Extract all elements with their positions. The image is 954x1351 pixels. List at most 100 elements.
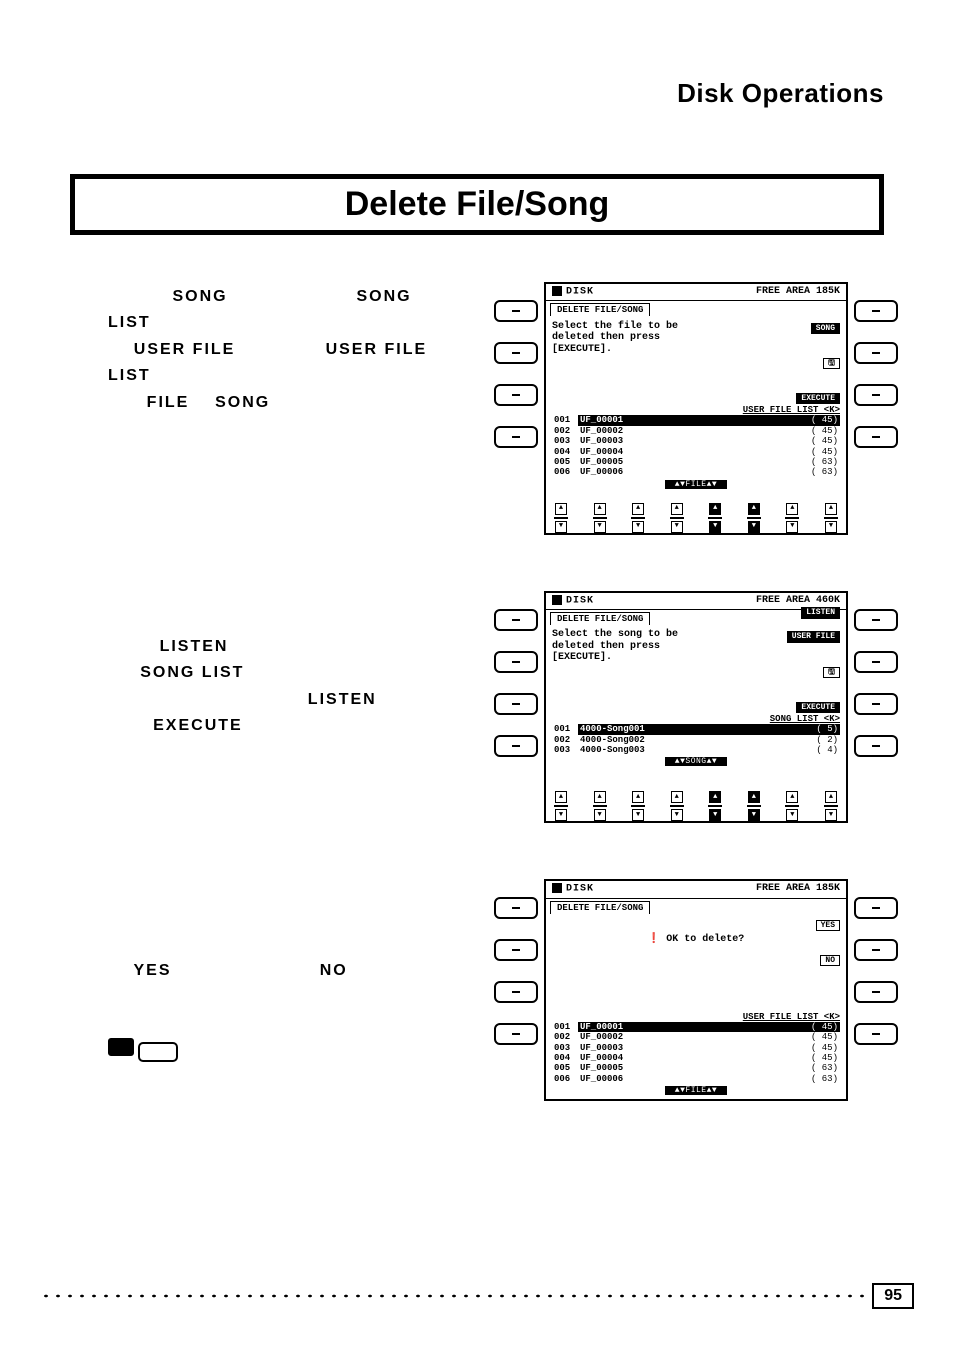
knob-row: ▲▼ ▲▼ ▲▼ ▲▼ ▲▼ ▲▼ ▲▼ ▲▼ (546, 785, 846, 821)
floppy-icon (552, 286, 562, 296)
file-list: 001UF_00001( 45)002UF_00002( 45)003UF_00… (552, 415, 840, 477)
free-area-label: FREE AREA 185K (756, 883, 840, 895)
list-row[interactable]: 0034000-Song003( 4) (552, 745, 840, 755)
list-row[interactable]: 003UF_00003( 45) (552, 1043, 840, 1053)
hardware-button-right[interactable] (854, 384, 898, 406)
hardware-button-left[interactable] (494, 300, 538, 322)
data-knob[interactable]: ▲▼ (629, 791, 647, 821)
hardware-button-right[interactable] (854, 651, 898, 673)
confirm-prompt: ❗ OK to delete? (552, 918, 840, 962)
hardware-button-left[interactable] (494, 1023, 538, 1045)
instruction-column: SONG SONGLIST USER FILE USER FILELIST FI… (92, 234, 494, 1251)
data-knob[interactable]: ▲▼ (552, 503, 570, 533)
lcd-disk-label: DISK (552, 595, 594, 607)
hardware-button-right[interactable] (854, 342, 898, 364)
soft-button[interactable]: YES (816, 920, 840, 931)
list-row[interactable]: 004UF_00004( 45) (552, 1053, 840, 1063)
keyboard-button-icon (108, 1038, 478, 1065)
hardware-button-right[interactable] (854, 693, 898, 715)
hardware-button-left[interactable] (494, 693, 538, 715)
soft-button[interactable]: NO (820, 955, 840, 966)
hardware-button-left[interactable] (494, 981, 538, 1003)
hardware-button-right[interactable] (854, 300, 898, 322)
free-area-label: FREE AREA 460K (756, 595, 840, 607)
screen-with-buttons: DISKFREE AREA 185KDELETE FILE/SONGYESNO❗… (494, 879, 898, 1101)
hardware-button-left[interactable] (494, 939, 538, 961)
data-knob[interactable]: ▲▼ (706, 503, 724, 533)
screens-column: DISK FREE AREA 185K DELETE FILE/SONG SONG 🖫 E… (494, 234, 898, 1251)
data-knob[interactable]: ▲▼ (591, 503, 609, 533)
hardware-button-right[interactable] (854, 1023, 898, 1045)
lcd-tab: DELETE FILE/SONG (550, 303, 650, 316)
instruction-line: SONG LIST (108, 660, 478, 686)
screen-with-buttons: DISK FREE AREA 460K DELETE FILE/SONG USER F… (494, 591, 898, 824)
instruction-line: USER FILE USER FILE (108, 337, 478, 363)
hardware-button-right[interactable] (854, 735, 898, 757)
data-knob[interactable]: ▲▼ (552, 791, 570, 821)
hardware-button-left[interactable] (494, 426, 538, 448)
file-list: 001UF_00001( 45)002UF_00002( 45)003UF_00… (552, 1022, 840, 1084)
data-knob[interactable]: ▲▼ (745, 791, 763, 821)
data-knob[interactable]: ▲▼ (629, 503, 647, 533)
data-knob[interactable]: ▲▼ (668, 503, 686, 533)
data-knob[interactable]: ▲▼ (706, 791, 724, 821)
soft-button[interactable]: USER FILE (787, 631, 840, 642)
screen-with-buttons: DISKFREE AREA 185KDELETE FILE/SONGSONG🖫E… (494, 282, 898, 535)
hardware-button-right[interactable] (854, 426, 898, 448)
list-row[interactable]: 004UF_00004( 45) (552, 447, 840, 457)
data-knob[interactable]: ▲▼ (822, 503, 840, 533)
data-knob[interactable]: ▲▼ (822, 791, 840, 821)
list-row[interactable]: 003UF_00003( 45) (552, 436, 840, 446)
list-pager[interactable]: ▲▼FILE▲▼ (665, 480, 727, 489)
list-row[interactable]: 0024000-Song002( 2) (552, 735, 840, 745)
list-row[interactable]: 005UF_00005( 63) (552, 457, 840, 467)
data-knob[interactable]: ▲▼ (783, 503, 801, 533)
file-list: 0014000-Song001( 5)0024000-Song002( 2)00… (552, 724, 840, 755)
hardware-button-right[interactable] (854, 939, 898, 961)
lcd-screen: DISKFREE AREA 185KDELETE FILE/SONGSONG🖫E… (544, 282, 848, 535)
list-row[interactable]: 002UF_00002( 45) (552, 426, 840, 436)
list-row[interactable]: 006UF_00006( 63) (552, 467, 840, 477)
lcd-prompt: Select the file to be deleted then press… (552, 321, 678, 356)
hardware-button-right[interactable] (854, 897, 898, 919)
hardware-button-left[interactable] (494, 609, 538, 631)
data-knob[interactable]: ▲▼ (668, 791, 686, 821)
instruction-line: LIST (108, 310, 478, 336)
list-row[interactable]: 002UF_00002( 45) (552, 1032, 840, 1042)
instruction-line: SONG SONG (108, 284, 478, 310)
list-pager[interactable]: ▲▼FILE▲▼ (665, 1086, 727, 1095)
free-area-label: FREE AREA 185K (756, 286, 840, 298)
soft-button[interactable]: EXECUTE (796, 702, 840, 713)
hardware-button-left[interactable] (494, 384, 538, 406)
hardware-button-right[interactable] (854, 981, 898, 1003)
list-row[interactable]: 001UF_00001( 45) (552, 415, 840, 425)
lcd-prompt: Select the song to be deleted then press… (552, 629, 678, 664)
soft-button[interactable]: 🖫 (823, 667, 840, 678)
lcd-disk-label: DISK (552, 883, 594, 895)
data-knob[interactable]: ▲▼ (591, 791, 609, 821)
list-row[interactable]: 006UF_00006( 63) (552, 1074, 840, 1084)
instruction-block: LISTEN SONG LIST LISTEN EXECUTE (108, 634, 478, 740)
instruction-line: LISTEN (108, 634, 478, 660)
hardware-button-left[interactable] (494, 897, 538, 919)
list-title: USER FILE LIST <K> (552, 405, 840, 415)
floppy-icon (552, 883, 562, 893)
listen-button[interactable]: LISTEN (801, 607, 840, 618)
soft-button[interactable]: 🖫 (823, 358, 840, 369)
lcd-tab: DELETE FILE/SONG (550, 612, 650, 625)
section-header: Disk Operations (677, 78, 884, 109)
data-knob[interactable]: ▲▼ (745, 503, 763, 533)
page-title-box: Delete File/Song (70, 174, 884, 235)
list-row[interactable]: 001UF_00001( 45) (552, 1022, 840, 1032)
soft-button[interactable]: EXECUTE (796, 393, 840, 404)
soft-button[interactable]: SONG (811, 323, 840, 334)
list-row[interactable]: 005UF_00005( 63) (552, 1063, 840, 1073)
list-row[interactable]: 0014000-Song001( 5) (552, 724, 840, 734)
list-pager[interactable]: ▲▼SONG▲▼ (665, 757, 727, 766)
hardware-button-left[interactable] (494, 342, 538, 364)
hardware-button-left[interactable] (494, 651, 538, 673)
instruction-line: FILE SONG (108, 390, 478, 416)
data-knob[interactable]: ▲▼ (783, 791, 801, 821)
hardware-button-left[interactable] (494, 735, 538, 757)
hardware-button-right[interactable] (854, 609, 898, 631)
